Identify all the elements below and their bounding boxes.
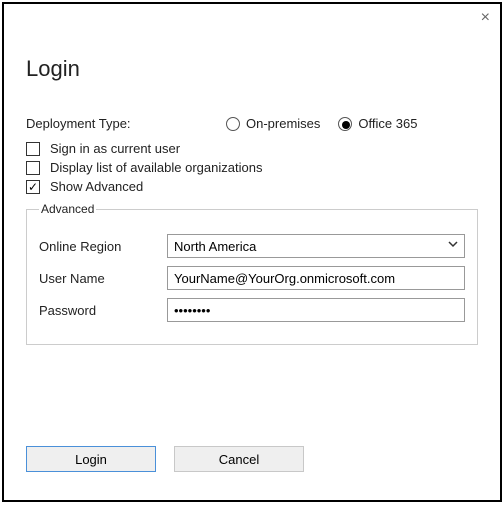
- radio-icon: [226, 117, 240, 131]
- online-region-input[interactable]: [167, 234, 465, 258]
- checkbox-label: Display list of available organizations: [50, 160, 262, 175]
- close-icon[interactable]: ×: [481, 10, 490, 26]
- checkbox-show-advanced[interactable]: Show Advanced: [26, 179, 478, 194]
- deployment-type-row: Deployment Type: On-premises Office 365: [26, 116, 478, 131]
- radio-on-premises[interactable]: On-premises: [226, 116, 320, 131]
- online-region-label: Online Region: [39, 239, 167, 254]
- username-row: User Name: [39, 266, 465, 290]
- page-title: Login: [26, 56, 478, 82]
- deployment-type-label: Deployment Type:: [26, 116, 226, 131]
- online-region-select[interactable]: [167, 234, 465, 258]
- login-button[interactable]: Login: [26, 446, 156, 472]
- radio-label: On-premises: [246, 116, 320, 131]
- checkbox-label: Show Advanced: [50, 179, 143, 194]
- button-row: Login Cancel: [26, 446, 304, 472]
- radio-label: Office 365: [358, 116, 417, 131]
- checkbox-icon: [26, 161, 40, 175]
- checkbox-icon: [26, 180, 40, 194]
- advanced-group: Advanced Online Region User Name Passwor…: [26, 202, 478, 345]
- radio-office-365[interactable]: Office 365: [338, 116, 417, 131]
- username-label: User Name: [39, 271, 167, 286]
- password-label: Password: [39, 303, 167, 318]
- username-input[interactable]: [167, 266, 465, 290]
- password-input[interactable]: [167, 298, 465, 322]
- online-region-row: Online Region: [39, 234, 465, 258]
- checkbox-icon: [26, 142, 40, 156]
- checkbox-label: Sign in as current user: [50, 141, 180, 156]
- advanced-legend: Advanced: [39, 202, 96, 216]
- checkbox-sign-in-current-user[interactable]: Sign in as current user: [26, 141, 478, 156]
- password-row: Password: [39, 298, 465, 322]
- checkbox-display-orgs[interactable]: Display list of available organizations: [26, 160, 478, 175]
- login-dialog: × Login Deployment Type: On-premises Off…: [2, 2, 502, 502]
- radio-icon: [338, 117, 352, 131]
- cancel-button[interactable]: Cancel: [174, 446, 304, 472]
